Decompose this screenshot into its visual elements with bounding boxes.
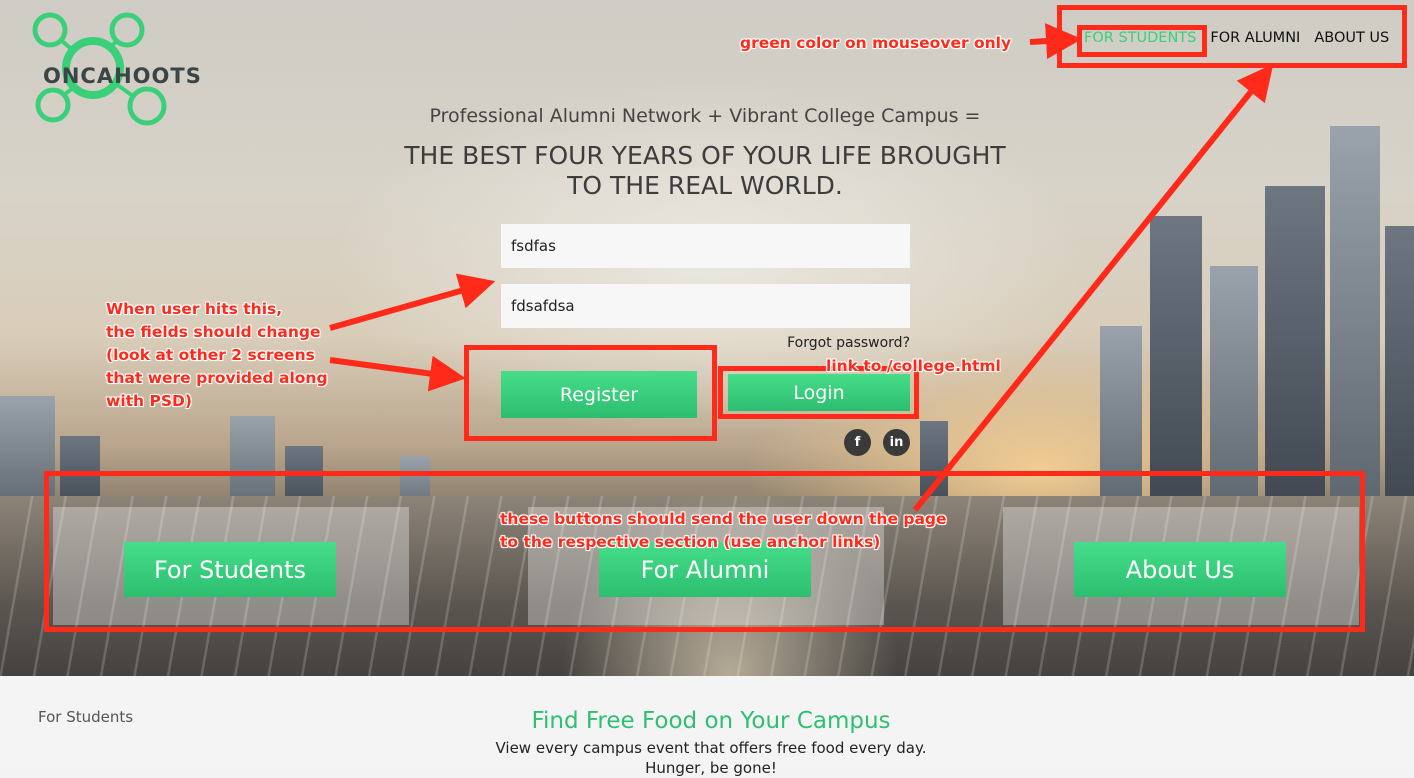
headline-line-2: TO THE REAL WORLD. — [567, 171, 843, 200]
annotation-register-line: that were provided along — [106, 369, 328, 387]
annotation-register-line: with PSD) — [106, 392, 192, 410]
hero-headline: THE BEST FOUR YEARS OF YOUR LIFE BROUGHT… — [0, 141, 1410, 201]
annotation-sections-note: these buttons should send the user down … — [500, 508, 947, 554]
annotation-register-line: the fields should change — [106, 323, 321, 341]
username-field[interactable] — [501, 224, 910, 268]
linkedin-icon[interactable]: in — [883, 429, 910, 456]
section-subtitle-line-1: View every campus event that offers free… — [495, 739, 927, 757]
headline-line-1: THE BEST FOUR YEARS OF YOUR LIFE BROUGHT — [404, 141, 1006, 170]
section-title: Find Free Food on Your Campus — [531, 708, 891, 734]
building — [1385, 226, 1414, 516]
section-subtitle: View every campus event that offers free… — [0, 738, 1414, 778]
annotation-register-line: (look at other 2 screens — [106, 346, 315, 364]
annotation-sections-line: these buttons should send the user down … — [500, 510, 947, 528]
annotation-login-note: link to /college.html — [826, 357, 1001, 375]
annotation-sections-line: to the respective section (use anchor li… — [500, 533, 881, 551]
hero-tagline: Professional Alumni Network + Vibrant Co… — [429, 105, 981, 127]
annotation-register-line: When user hits this, — [106, 300, 283, 318]
password-field[interactable] — [501, 284, 910, 328]
building — [1265, 186, 1325, 516]
forgot-password-link[interactable]: Forgot password? — [700, 335, 910, 351]
facebook-icon[interactable]: f — [844, 429, 871, 456]
annotation-nav-note: green color on mouseover only — [740, 34, 1012, 52]
annotation-register-note: When user hits this, the fields should c… — [106, 298, 328, 413]
logo-text: ONCAHOOTS — [43, 64, 202, 88]
section-subtitle-line-2: Hunger, be gone! — [645, 759, 777, 777]
annotation-box-register — [464, 345, 717, 441]
annotation-box-students-link — [1077, 25, 1207, 57]
